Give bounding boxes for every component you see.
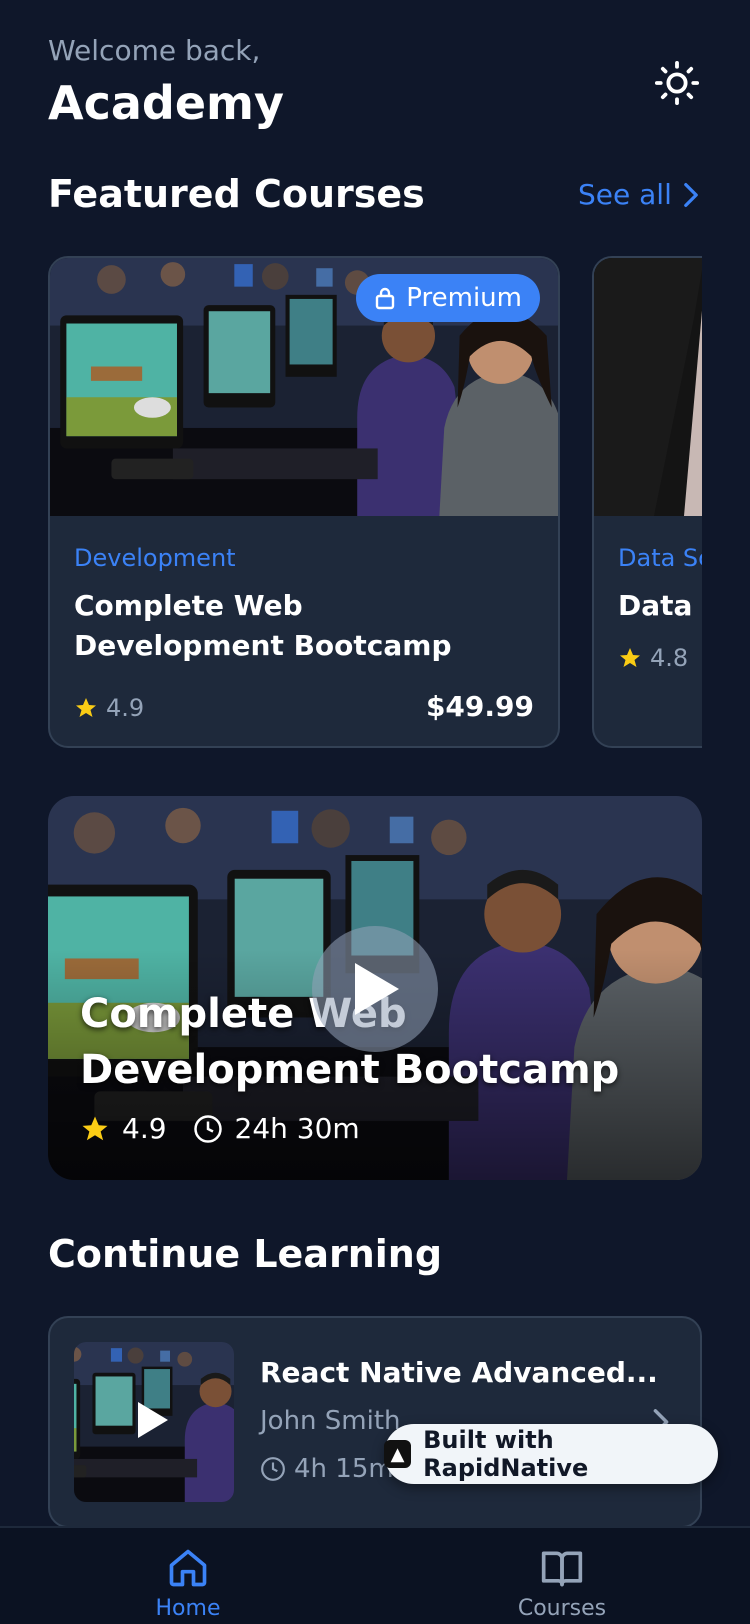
course-author: John Smith: [260, 1406, 401, 1436]
welcome-text: Welcome back,: [48, 34, 261, 67]
see-all-link[interactable]: See all: [578, 178, 700, 211]
play-button[interactable]: [312, 926, 438, 1052]
course-rating: 4.9: [74, 694, 144, 722]
premium-label: Premium: [406, 283, 522, 313]
course-duration: 4h 15m: [260, 1454, 394, 1484]
course-category: Data Sc: [618, 544, 702, 572]
hero-meta: 4.9 24h 30m: [80, 1112, 360, 1145]
course-title: Complete Web Development Bootcamp: [74, 589, 452, 662]
clock-icon: [193, 1114, 222, 1143]
duration-value: 4h 15m: [294, 1454, 394, 1484]
home-icon: [169, 1549, 207, 1587]
play-icon: [138, 1402, 168, 1438]
course-thumbnail: [74, 1342, 234, 1502]
star-icon: [620, 648, 640, 667]
premium-badge: Premium: [356, 274, 540, 322]
book-icon: [541, 1551, 583, 1587]
course-price: $49.99: [425, 690, 534, 723]
course-card[interactable]: Data Sc Data S 4.8: [592, 256, 702, 748]
course-card[interactable]: Premium Development Complete Web Develop…: [48, 256, 560, 748]
play-icon: [355, 963, 399, 1015]
continue-course-card[interactable]: React Native Advanced... John Smith 4h 1…: [48, 1316, 702, 1528]
hero-duration: 24h 30m: [234, 1112, 360, 1145]
featured-courses-heading: Featured Courses: [48, 172, 425, 216]
star-icon: [82, 1116, 108, 1140]
lock-icon: [376, 287, 395, 310]
app-title: Academy: [48, 76, 284, 130]
rating-value: 4.9: [106, 694, 145, 722]
course-rating: 4.8: [618, 644, 688, 672]
rating-value: 4.8: [650, 644, 689, 672]
featured-carousel[interactable]: Premium Development Complete Web Develop…: [48, 256, 702, 748]
bottom-tab-bar: Home Courses: [0, 1526, 750, 1624]
tab-courses-label: Courses: [517, 1596, 607, 1621]
built-with-label: Built with RapidNative: [423, 1426, 589, 1482]
course-image: [594, 258, 702, 516]
continue-learning-heading: Continue Learning: [48, 1232, 443, 1276]
theme-toggle-button[interactable]: [652, 58, 702, 108]
course-category: Development: [74, 544, 236, 572]
tab-home-label: Home: [155, 1596, 221, 1621]
course-title: React Native Advanced...: [260, 1356, 658, 1389]
course-title: Data S: [618, 589, 702, 622]
tab-home[interactable]: Home: [108, 1546, 268, 1621]
chevron-right-icon: [684, 182, 698, 207]
sun-icon: [654, 60, 700, 106]
built-with-badge[interactable]: ▲ Built with RapidNative: [384, 1424, 718, 1484]
star-icon: [76, 698, 96, 717]
tab-courses[interactable]: Courses: [482, 1546, 642, 1621]
clock-icon: [261, 1457, 285, 1481]
rapidnative-logo-icon: ▲: [384, 1440, 412, 1468]
see-all-label: See all: [578, 178, 672, 211]
hero-video-card[interactable]: Complete Web Development Bootcamp 4.9 24…: [48, 796, 702, 1180]
hero-rating: 4.9: [122, 1112, 167, 1145]
